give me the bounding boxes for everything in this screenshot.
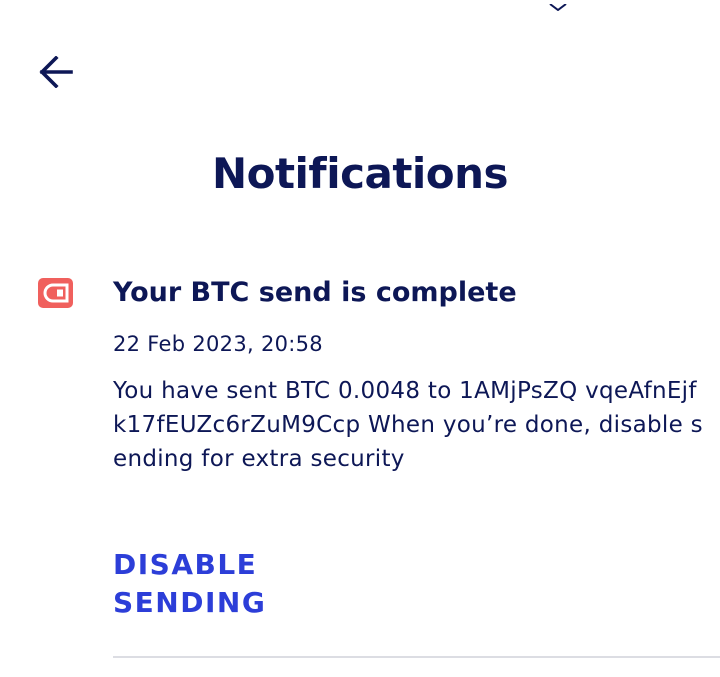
page-title: Notifications <box>211 149 509 198</box>
notification-title: Your BTC send is complete <box>113 277 517 308</box>
notification-item: Your BTC send is complete 22 Feb 2023, 2… <box>0 270 720 660</box>
notification-date: 22 Feb 2023, 20:58 <box>113 332 323 356</box>
divider <box>113 656 720 658</box>
notification-message: You have sent BTC 0.0048 to 1AMjPsZQ vqe… <box>113 378 703 472</box>
wallet-icon <box>38 278 73 308</box>
disable-sending-button[interactable]: DISABLE SENDING <box>113 546 313 622</box>
arrow-left-icon <box>39 56 73 88</box>
status-bar-fragment <box>548 0 568 12</box>
back-button[interactable] <box>34 52 78 92</box>
